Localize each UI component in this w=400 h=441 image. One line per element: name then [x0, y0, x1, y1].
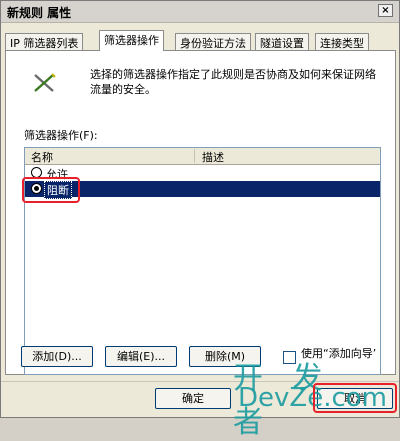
title-bar: 新规则 属性 ×	[1, 1, 399, 23]
window-title: 新规则 属性	[7, 6, 72, 20]
tab-authentication-methods[interactable]: 身份验证方法	[175, 33, 251, 50]
tab-filter-action[interactable]: 筛选器操作	[99, 30, 164, 51]
properties-dialog: 新规则 属性 × IP 筛选器列表 筛选器操作 身份验证方法 隧道设置 连接类型…	[0, 0, 400, 440]
close-button[interactable]: ×	[378, 4, 393, 17]
tab-ip-filter-list[interactable]: IP 筛选器列表	[5, 33, 84, 50]
ok-button[interactable]: 确定	[155, 388, 231, 409]
highlight-box-block	[22, 177, 80, 203]
column-name[interactable]: 名称	[25, 149, 195, 164]
column-description[interactable]: 描述	[196, 149, 380, 164]
tab-connection-type[interactable]: 连接类型	[315, 33, 369, 50]
tab-tunnel-settings[interactable]: 隧道设置	[255, 33, 309, 50]
edit-button[interactable]: 编辑(E)...	[105, 346, 177, 367]
list-header: 名称 描述	[25, 148, 380, 165]
add-button[interactable]: 添加(D)...	[21, 346, 93, 367]
filter-action-panel: 选择的筛选器操作指定了此规则是否协商及如何来保证网络流量的安全。 筛选器操作(F…	[5, 50, 396, 375]
filter-action-icon	[34, 73, 56, 92]
filter-action-list-label: 筛选器操作(F):	[24, 129, 98, 142]
highlight-box-cancel	[313, 383, 397, 413]
filter-action-description: 选择的筛选器操作指定了此规则是否协商及如何来保证网络流量的安全。	[90, 68, 376, 96]
